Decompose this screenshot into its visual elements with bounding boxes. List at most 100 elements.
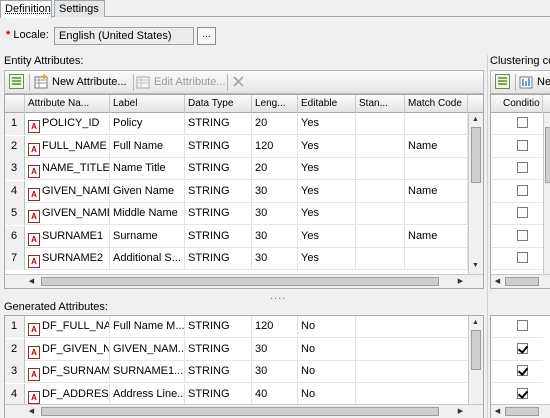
cell-match[interactable]	[405, 248, 468, 270]
cell-type[interactable]: STRING	[185, 135, 252, 158]
cell-length[interactable]: 120	[252, 316, 298, 338]
condition-checkbox[interactable]	[517, 162, 528, 173]
cell-standard[interactable]	[356, 225, 405, 248]
clustering-collapse-button[interactable]	[495, 74, 513, 91]
row-number[interactable]: 1	[5, 316, 25, 338]
row-number[interactable]: 3	[5, 361, 25, 383]
cell-editable[interactable]: Yes	[298, 203, 356, 225]
scroll-thumb[interactable]	[505, 277, 539, 286]
scroll-right-arrow[interactable]: ▶	[454, 275, 467, 288]
cell-name[interactable]: A NAME_TITLE	[25, 158, 110, 180]
cell-type[interactable]: STRING	[185, 338, 252, 361]
scroll-thumb[interactable]	[41, 407, 439, 416]
condition-checkbox[interactable]	[517, 365, 528, 376]
table-row[interactable]	[491, 316, 543, 338]
condition-checkbox[interactable]	[517, 320, 528, 331]
scroll-thumb[interactable]	[41, 277, 439, 286]
table-row[interactable]	[491, 136, 543, 158]
cell-length[interactable]: 20	[252, 158, 298, 180]
cell-name[interactable]: A DF_GIVEN_N	[25, 338, 110, 361]
new-condition-button[interactable]: Ne	[519, 74, 550, 91]
vertical-splitter[interactable]	[487, 55, 488, 418]
locale-field[interactable]: English (United States)	[54, 27, 194, 45]
cell-standard[interactable]	[356, 203, 405, 225]
table-row[interactable]	[491, 339, 543, 361]
cell-name[interactable]: A GIVEN_NAME	[25, 180, 110, 203]
scroll-thumb[interactable]	[471, 330, 481, 370]
cell-type[interactable]: STRING	[185, 225, 252, 248]
cell-length[interactable]: 30	[252, 203, 298, 225]
cell-type[interactable]: STRING	[185, 203, 252, 225]
row-number[interactable]: 2	[5, 135, 25, 158]
locale-browse-button[interactable]: ...	[197, 27, 216, 45]
cell-editable[interactable]: Yes	[298, 135, 356, 158]
scroll-thumb[interactable]	[505, 407, 539, 416]
scroll-left-arrow[interactable]: ◀	[25, 405, 38, 418]
cell-standard[interactable]	[356, 248, 405, 270]
cell-standard[interactable]	[356, 158, 405, 180]
table-row[interactable]: 3 A NAME_TITLE Name Title STRING 20 Yes	[5, 158, 468, 180]
cell-editable[interactable]: Yes	[298, 180, 356, 203]
scroll-left-arrow[interactable]: ◀	[25, 275, 38, 288]
cell-match[interactable]	[405, 113, 468, 135]
column-header[interactable]: Attribute Na...	[25, 95, 110, 113]
cell-match[interactable]: Name	[405, 180, 468, 203]
table-row[interactable]	[491, 361, 543, 383]
cell-match[interactable]	[405, 203, 468, 225]
cell-length[interactable]: 30	[252, 225, 298, 248]
table-row[interactable]: 3 A DF_SURNAM SURNAME1... STRING 30 No	[5, 361, 468, 383]
cell-standard[interactable]	[356, 180, 405, 203]
cell-standard[interactable]	[356, 135, 405, 158]
cell-length[interactable]: 30	[252, 248, 298, 270]
column-header[interactable]: Conditio	[491, 95, 543, 113]
cell-length[interactable]: 20	[252, 113, 298, 135]
table-row[interactable]	[491, 226, 543, 248]
cell-name[interactable]: A DF_FULL_NA	[25, 316, 110, 338]
cell-name[interactable]: A POLICY_ID	[25, 113, 110, 135]
scroll-up-arrow[interactable]: ▲	[469, 316, 482, 330]
vertical-scrollbar[interactable]: ▲ ▼	[468, 113, 483, 275]
scroll-thumb[interactable]	[471, 127, 481, 183]
cell-length[interactable]: 30	[252, 338, 298, 361]
cell-type[interactable]: STRING	[185, 248, 252, 270]
cell-type[interactable]: STRING	[185, 316, 252, 338]
cell-label[interactable]: Full Name	[110, 135, 185, 158]
tab-settings[interactable]: Settings	[54, 0, 105, 17]
condition-checkbox[interactable]	[517, 342, 528, 354]
row-number[interactable]: 2	[5, 338, 25, 361]
cell-match[interactable]	[405, 158, 468, 180]
condition-checkbox[interactable]	[517, 184, 528, 196]
column-header[interactable]: Leng...	[252, 95, 298, 113]
table-row[interactable]: 4 A GIVEN_NAME Given Name STRING 30 Yes Name	[5, 180, 468, 203]
cell-label[interactable]: SURNAME1...	[110, 361, 185, 383]
splitter-handle[interactable]: ....	[270, 290, 286, 302]
table-row[interactable]: 2 A DF_GIVEN_N GIVEN_NAM... STRING 30 No	[5, 338, 468, 361]
cell-length[interactable]: 30	[252, 361, 298, 383]
scroll-right-arrow[interactable]: ▶	[454, 405, 467, 418]
cell-name[interactable]: A SURNAME1	[25, 225, 110, 248]
condition-checkbox[interactable]	[517, 387, 528, 399]
row-number[interactable]: 6	[5, 225, 25, 248]
condition-checkbox[interactable]	[517, 207, 528, 218]
cell-name[interactable]: A DF_ADDRESS	[25, 383, 110, 406]
vertical-scrollbar[interactable]	[543, 113, 550, 275]
condition-checkbox[interactable]	[517, 229, 528, 241]
condition-checkbox[interactable]	[517, 117, 528, 128]
tab-definition[interactable]: Definition	[0, 0, 52, 18]
cell-editable[interactable]: Yes	[298, 113, 356, 135]
cell-label[interactable]: Full Name M...	[110, 316, 185, 338]
horizontal-scrollbar[interactable]: ◀	[491, 274, 550, 288]
cell-name[interactable]: A GIVEN_NAME	[25, 203, 110, 225]
scroll-thumb[interactable]	[545, 127, 550, 183]
cell-type[interactable]: STRING	[185, 383, 252, 406]
cell-name[interactable]: A DF_SURNAM	[25, 361, 110, 383]
cell-label[interactable]: Policy	[110, 113, 185, 135]
cell-name[interactable]: A SURNAME2	[25, 248, 110, 270]
cell-editable[interactable]: Yes	[298, 158, 356, 180]
cell-editable[interactable]: No	[298, 383, 356, 406]
cell-length[interactable]: 120	[252, 135, 298, 158]
table-row[interactable]: 2 A FULL_NAME Full Name STRING 120 Yes Name	[5, 135, 468, 158]
scroll-down-arrow[interactable]: ▼	[469, 259, 482, 273]
row-number[interactable]: 5	[5, 203, 25, 225]
column-header[interactable]: Label	[110, 95, 185, 113]
